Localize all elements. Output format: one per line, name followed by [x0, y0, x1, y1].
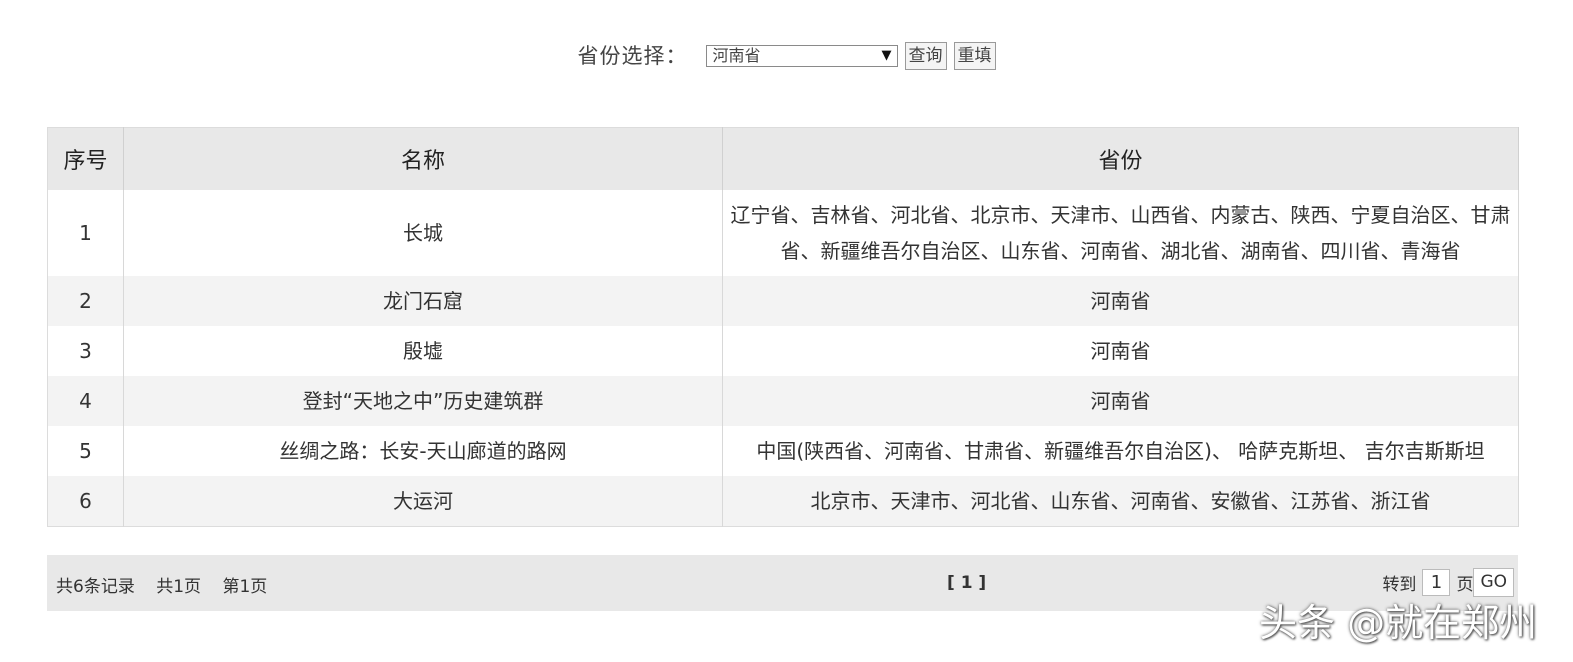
- cell-index: 6: [47, 476, 124, 527]
- cell-province: 河南省: [722, 326, 1519, 376]
- cell-province: 北京市、天津市、河北省、山东省、河南省、安徽省、江苏省、浙江省: [722, 476, 1519, 527]
- cell-province: 河南省: [722, 276, 1519, 326]
- watermark: 头条 @就在郑州: [1259, 601, 1538, 645]
- reset-button[interactable]: 重填: [953, 42, 996, 70]
- cell-name: 丝绸之路：长安-天山廊道的路网: [123, 426, 723, 476]
- cell-province: 辽宁省、吉林省、河北省、北京市、天津市、山西省、内蒙古、陕西、宁夏自治区、甘肃省…: [722, 190, 1519, 276]
- province-filter-bar: 省份选择： 河南省 ▼ 查询 重填: [0, 38, 1573, 72]
- province-select[interactable]: 河南省 ▼: [705, 45, 898, 67]
- cell-index: 1: [47, 190, 124, 276]
- column-header-index: 序号: [47, 127, 124, 190]
- page: 省份选择： 河南省 ▼ 查询 重填 序号 名称 省份 1 长城 辽宁省、吉林省、…: [0, 0, 1573, 662]
- cell-index: 2: [47, 276, 124, 326]
- table-row: 3 殷墟 河南省: [47, 326, 1519, 376]
- chevron-down-icon[interactable]: ▼: [882, 46, 892, 66]
- cell-index: 3: [47, 326, 124, 376]
- pagination-summary: 共6条记录 共1页 第1页: [56, 572, 283, 597]
- current-page-marker: [ 1 ]: [947, 573, 987, 593]
- cell-province: 河南省: [722, 376, 1519, 426]
- column-header-province: 省份: [722, 127, 1519, 190]
- table-row: 4 登封“天地之中”历史建筑群 河南省: [47, 376, 1519, 426]
- cell-index: 4: [47, 376, 124, 426]
- query-button[interactable]: 查询: [904, 42, 947, 70]
- total-pages-text: 共1页: [156, 577, 202, 597]
- cell-name: 大运河: [123, 476, 723, 527]
- cell-name: 龙门石窟: [123, 276, 723, 326]
- province-filter-label: 省份选择：: [577, 44, 688, 68]
- column-header-name: 名称: [123, 127, 723, 190]
- table-row: 1 长城 辽宁省、吉林省、河北省、北京市、天津市、山西省、内蒙古、陕西、宁夏自治…: [47, 190, 1519, 276]
- cell-index: 5: [47, 426, 124, 476]
- table-row: 5 丝绸之路：长安-天山廊道的路网 中国(陕西省、河南省、甘肃省、新疆维吾尔自治…: [47, 426, 1519, 476]
- heritage-table: 序号 名称 省份 1 长城 辽宁省、吉林省、河北省、北京市、天津市、山西省、内蒙…: [47, 127, 1519, 527]
- cell-name: 登封“天地之中”历史建筑群: [123, 376, 723, 426]
- table-row: 6 大运河 北京市、天津市、河北省、山东省、河南省、安徽省、江苏省、浙江省: [47, 476, 1519, 527]
- cell-province: 中国(陕西省、河南省、甘肃省、新疆维吾尔自治区)、 哈萨克斯坦、 吉尔吉斯斯坦: [722, 426, 1519, 476]
- cell-name: 殷墟: [123, 326, 723, 376]
- total-records-text: 共6条记录: [56, 577, 135, 597]
- table-header-row: 序号 名称 省份: [47, 127, 1519, 190]
- cell-name: 长城: [123, 190, 723, 276]
- table-row: 2 龙门石窟 河南省: [47, 276, 1519, 326]
- current-page-text: 第1页: [222, 577, 268, 597]
- province-select-value: 河南省: [712, 46, 761, 65]
